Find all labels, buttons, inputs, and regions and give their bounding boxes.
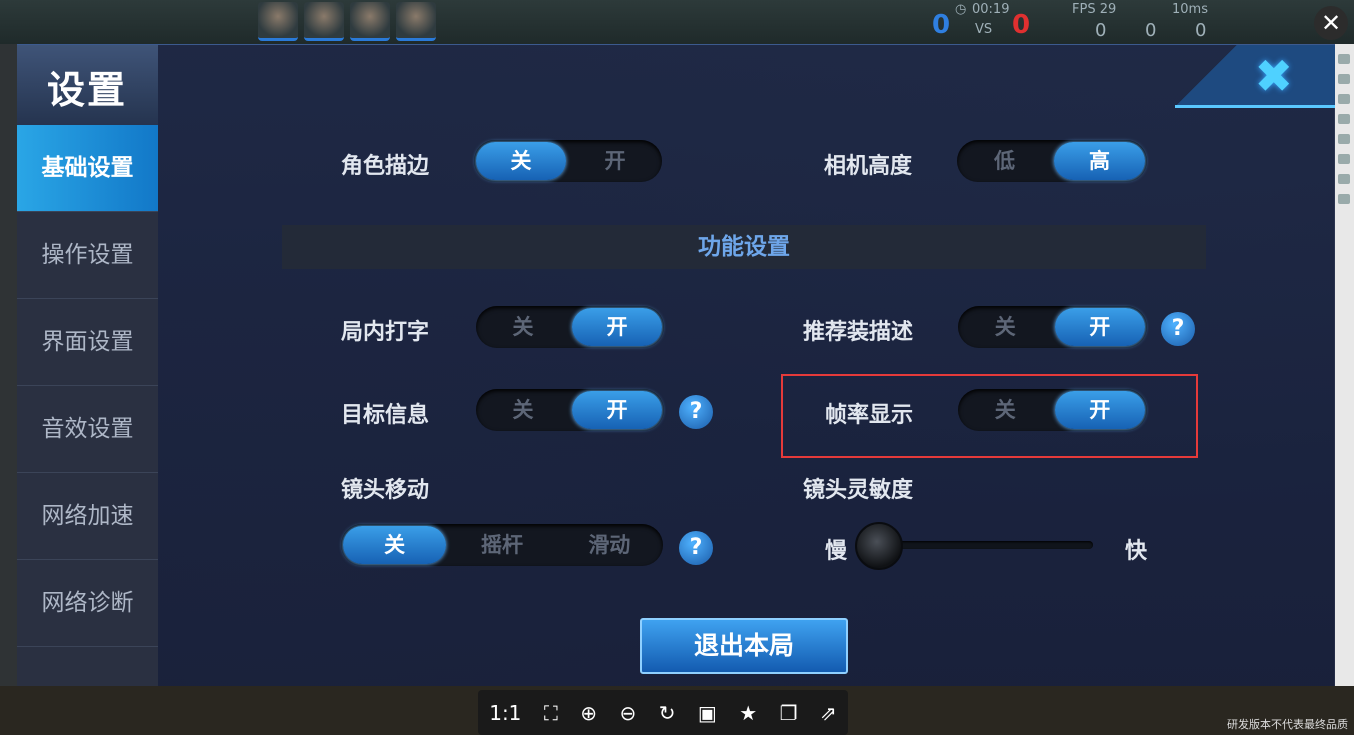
camera-move-label: 镜头移动 [341, 478, 430, 503]
outline-toggle[interactable]: 关 开 [474, 140, 662, 182]
clock-icon: ◷ [955, 2, 967, 17]
camera-height-low-option[interactable]: 低 [959, 142, 1050, 180]
score-red: 0 [1012, 10, 1031, 40]
score-vs: VS [975, 22, 993, 37]
zoom-in-icon[interactable]: ⊕ [580, 701, 597, 725]
camera-move-selector[interactable]: 关 摇杆 滑动 [341, 524, 663, 566]
sidebar-item-network-boost[interactable]: 网络加速 [17, 473, 158, 560]
tool-icon[interactable] [1338, 134, 1350, 144]
settings-dialog: 设置 基础设置 操作设置 界面设置 音效设置 网络加速 网络诊断 ✖ 角色描边 … [17, 44, 1335, 687]
target-info-label: 目标信息 [341, 403, 430, 428]
fps-display-toggle[interactable]: 关 开 [958, 389, 1147, 431]
recommend-desc-off-option[interactable]: 关 [960, 308, 1051, 346]
help-icon[interactable]: ? [1161, 312, 1195, 346]
kills-count: 0 [1095, 20, 1107, 41]
rotate-icon[interactable]: ↻ [659, 701, 676, 725]
title-tab: 设置 [17, 45, 158, 125]
recommend-desc-toggle[interactable]: 关 开 [958, 306, 1147, 348]
fit-screen-icon[interactable]: ⛶ [544, 701, 558, 725]
camera-height-label: 相机高度 [824, 154, 913, 179]
outline-on-option[interactable]: 开 [570, 142, 660, 180]
sidebar-item-controls[interactable]: 操作设置 [17, 212, 158, 299]
in-game-typing-toggle[interactable]: 关 开 [476, 306, 664, 348]
sidebar-item-basic[interactable]: 基础设置 [17, 125, 158, 212]
dialog-title: 设置 [47, 68, 128, 112]
score-blue: 0 [932, 10, 951, 40]
camera-sensitivity-label: 镜头灵敏度 [803, 478, 914, 503]
copy-icon[interactable]: ❐ [780, 701, 798, 725]
outline-label: 角色描边 [341, 154, 430, 179]
assists-count: 0 [1195, 20, 1207, 41]
camera-height-toggle[interactable]: 低 高 [957, 140, 1147, 182]
watermark-text: 研发版本不代表最终品质 [1227, 718, 1348, 731]
top-hud: ◷ 00:19 FPS 29 10ms 0 VS 0 0 0 0 [0, 0, 1354, 44]
sidebar-item-network-diagnosis[interactable]: 网络诊断 [17, 560, 158, 647]
tool-icon[interactable] [1338, 174, 1350, 184]
sensitivity-slow-label: 慢 [825, 539, 848, 564]
viewer-right-toolbar [1334, 44, 1354, 694]
sidebar-item-audio[interactable]: 音效设置 [17, 386, 158, 473]
tool-icon[interactable] [1338, 54, 1350, 64]
zoom-out-icon[interactable]: ⊖ [619, 701, 636, 725]
fps-display-on-option[interactable]: 开 [1054, 391, 1145, 429]
fps-readout: FPS 29 [1072, 2, 1117, 17]
tool-icon[interactable] [1338, 194, 1350, 204]
save-icon[interactable]: ▣ [698, 701, 717, 725]
recommend-desc-on-option[interactable]: 开 [1054, 308, 1145, 346]
hero-portrait [396, 2, 436, 41]
fps-display-label: 帧率显示 [825, 403, 914, 428]
recommend-desc-label: 推荐装描述 [803, 320, 914, 345]
sidebar-item-interface[interactable]: 界面设置 [17, 299, 158, 386]
deaths-count: 0 [1145, 20, 1157, 41]
match-time: 00:19 [972, 2, 1010, 17]
section-title: 功能设置 [282, 225, 1206, 269]
target-info-toggle[interactable]: 关 开 [476, 389, 664, 431]
share-icon[interactable]: ⇗ [820, 701, 837, 725]
tool-icon[interactable] [1338, 154, 1350, 164]
camera-move-off-option[interactable]: 关 [343, 526, 447, 564]
sensitivity-slider-knob[interactable] [855, 522, 903, 570]
in-game-typing-on-option[interactable]: 开 [572, 308, 662, 346]
target-info-off-option[interactable]: 关 [478, 391, 568, 429]
sensitivity-fast-label: 快 [1125, 539, 1148, 564]
viewer-left-strip [0, 44, 17, 694]
in-game-typing-label: 局内打字 [341, 320, 430, 345]
settings-content: 角色描边 关 开 相机高度 低 高 功能设置 局内打字 关 开 推荐装描述 关 … [158, 45, 1335, 687]
camera-height-high-option[interactable]: 高 [1054, 142, 1145, 180]
help-icon[interactable]: ? [679, 395, 713, 429]
ping-readout: 10ms [1172, 2, 1208, 17]
hero-portrait [350, 2, 390, 41]
target-info-on-option[interactable]: 开 [572, 391, 662, 429]
camera-move-slide-option[interactable]: 滑动 [558, 526, 661, 564]
outline-off-option[interactable]: 关 [476, 142, 566, 180]
settings-sidebar: 基础设置 操作设置 界面设置 音效设置 网络加速 网络诊断 [17, 125, 158, 687]
camera-move-joystick-option[interactable]: 摇杆 [450, 526, 553, 564]
hero-portrait [258, 2, 298, 41]
window-close-button[interactable]: ✕ [1314, 6, 1348, 40]
fps-display-off-option[interactable]: 关 [960, 391, 1051, 429]
tool-icon[interactable] [1338, 114, 1350, 124]
sensitivity-slider-track[interactable] [873, 541, 1093, 549]
in-game-typing-off-option[interactable]: 关 [478, 308, 568, 346]
tool-icon[interactable] [1338, 74, 1350, 84]
zoom-actual-size-button[interactable]: 1:1 [489, 701, 521, 725]
viewer-toolbar: 1:1 ⛶ ⊕ ⊖ ↻ ▣ ★ ❐ ⇗ [478, 690, 848, 735]
hero-portrait [304, 2, 344, 41]
exit-match-button[interactable]: 退出本局 [640, 618, 848, 674]
help-icon[interactable]: ? [679, 531, 713, 565]
bookmark-icon[interactable]: ★ [739, 701, 757, 725]
tool-icon[interactable] [1338, 94, 1350, 104]
